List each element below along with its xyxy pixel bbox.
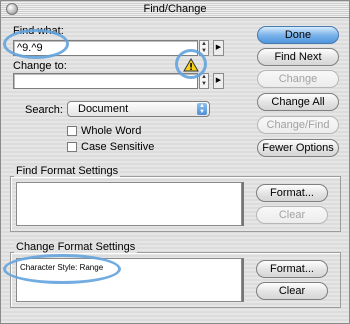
chevron-up-down-icon: ▲ ▼ [197, 103, 207, 115]
find-format-title: Find Format Settings [14, 165, 121, 177]
find-next-button[interactable]: Find Next [257, 48, 339, 66]
change-clear-button[interactable]: Clear [256, 282, 328, 300]
change-format-button[interactable]: Format... [256, 260, 328, 278]
change-format-title: Change Format Settings [14, 241, 138, 253]
change-menu-triangle-right-icon[interactable]: ▶ [213, 73, 224, 89]
change-field[interactable] [13, 73, 198, 89]
change-format-divider [242, 258, 244, 302]
find-menu-triangle-right-icon[interactable]: ▶ [213, 40, 224, 56]
find-format-button[interactable]: Format... [256, 184, 328, 202]
change-find-button[interactable]: Change/Find [257, 116, 339, 134]
change-label: Change to: [13, 60, 67, 72]
find-clear-button[interactable]: Clear [256, 206, 328, 224]
done-button[interactable]: Done [257, 26, 339, 44]
search-label: Search: [25, 104, 63, 116]
find-format-settings-box [16, 182, 242, 226]
change-all-button[interactable]: Change All [257, 93, 339, 111]
find-format-divider [242, 182, 244, 226]
title-bar: Find/Change [1, 1, 349, 18]
search-selected-value: Document [78, 103, 129, 115]
whole-word-label[interactable]: Whole Word [81, 125, 141, 137]
whole-word-checkbox[interactable] [67, 126, 77, 136]
case-sensitive-checkbox[interactable] [67, 142, 77, 152]
search-select[interactable]: Document ▲ ▼ [67, 101, 210, 117]
window-title: Find/Change [143, 3, 207, 15]
change-format-highlight-ring [3, 254, 121, 284]
warning-highlight-ring [175, 49, 207, 79]
change-button[interactable]: Change [257, 70, 339, 88]
case-sensitive-label[interactable]: Case Sensitive [81, 141, 154, 153]
change-input[interactable] [14, 74, 197, 88]
find-change-window: Find/Change Find what: ▲▼ ▶ Change to: ▲… [0, 0, 350, 324]
find-highlight-ring [3, 29, 69, 59]
fewer-options-button[interactable]: Fewer Options [257, 139, 339, 157]
